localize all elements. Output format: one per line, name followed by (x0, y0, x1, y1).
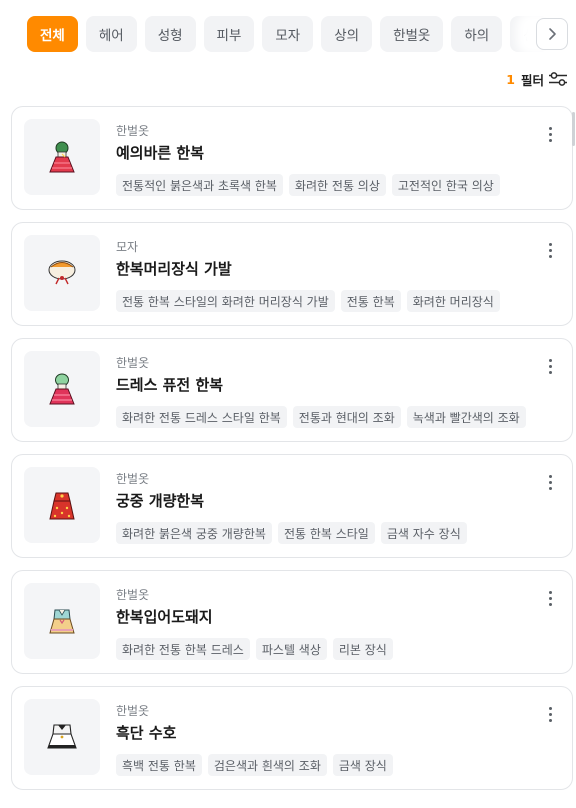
item-tag[interactable]: 전통 한복 스타일의 화려한 머리장식 가발 (116, 290, 335, 312)
item-thumbnail (24, 351, 100, 427)
tab-hair[interactable]: 헤어 (85, 16, 137, 52)
tab-all[interactable]: 전체 (27, 16, 78, 52)
item-thumbnail (24, 699, 100, 775)
item-tag[interactable]: 화려한 전통 의상 (288, 174, 386, 196)
item-title: 예의바른 한복 (116, 144, 205, 162)
item-tags: 화려한 붉은색 궁중 개량한복 전통 한복 스타일 금색 자수 장식 (116, 522, 467, 544)
more-options-icon[interactable] (542, 471, 558, 493)
item-tag[interactable]: 화려한 전통 한복 드레스 (116, 638, 250, 660)
item-tags: 흑백 전통 한복 검은색과 흰색의 조화 금색 장식 (116, 754, 393, 776)
item-tags: 전통 한복 스타일의 화려한 머리장식 가발 전통 한복 화려한 머리장식 (116, 290, 500, 312)
item-category: 한벌옷 (116, 588, 150, 602)
item-tags: 화려한 전통 한복 드레스 파스텔 색상 리본 장식 (116, 638, 393, 660)
item-thumbnail (24, 119, 100, 195)
item-tag[interactable]: 고전적인 한국 의상 (391, 174, 500, 196)
hanbok-headdress-icon (48, 260, 76, 285)
tab-bottom[interactable]: 하의 (451, 16, 503, 52)
more-options-icon[interactable] (542, 123, 558, 145)
more-options-icon[interactable] (542, 587, 558, 609)
filter-label: 필터 (520, 72, 544, 88)
tab-overall[interactable]: 한벌옷 (380, 16, 444, 52)
more-options-icon[interactable] (542, 239, 558, 261)
item-category: 한벌옷 (116, 124, 150, 138)
item-tags: 전통적인 붉은색과 초록색 한복 화려한 전통 의상 고전적인 한국 의상 (116, 174, 500, 196)
list-item[interactable]: 모자 한복머리장식 가발 전통 한복 스타일의 화려한 머리장식 가발 전통 한… (11, 222, 573, 326)
list-item[interactable]: 한벌옷 흑단 수호 흑백 전통 한복 검은색과 흰색의 조화 금색 장식 (11, 686, 573, 790)
item-thumbnail (24, 235, 100, 311)
item-tags: 화려한 전통 드레스 스타일 한복 전통과 현대의 조화 녹색과 빨간색의 조화 (116, 406, 526, 428)
item-tag[interactable]: 녹색과 빨간색의 조화 (406, 406, 526, 428)
chevron-right-icon (549, 28, 556, 40)
item-thumbnail (24, 467, 100, 543)
item-title: 한복입어도돼지 (116, 608, 213, 626)
item-tag[interactable]: 전통과 현대의 조화 (292, 406, 401, 428)
list-item[interactable]: 한벌옷 한복입어도돼지 화려한 전통 한복 드레스 파스텔 색상 리본 장식 (11, 570, 573, 674)
item-tag[interactable]: 화려한 붉은색 궁중 개량한복 (116, 522, 272, 544)
item-title: 흑단 수호 (116, 724, 177, 742)
item-tag[interactable]: 흑백 전통 한복 (116, 754, 202, 776)
more-options-icon[interactable] (542, 355, 558, 377)
tab-skin[interactable]: 피부 (203, 16, 255, 52)
list-item[interactable]: 한벌옷 궁중 개량한복 화려한 붉은색 궁중 개량한복 전통 한복 스타일 금색… (11, 454, 573, 558)
pastel-hanbok-icon (49, 609, 75, 634)
item-title: 한복머리장식 가발 (116, 260, 232, 278)
item-tag[interactable]: 전통 한복 (340, 290, 401, 312)
more-options-icon[interactable] (542, 703, 558, 725)
list-item[interactable]: 한벌옷 드레스 퓨전 한복 화려한 전통 드레스 스타일 한복 전통과 현대의 … (11, 338, 573, 442)
item-tag[interactable]: 화려한 머리장식 (406, 290, 500, 312)
item-title: 드레스 퓨전 한복 (116, 376, 224, 394)
red-green-hanbok-icon (49, 141, 75, 173)
item-thumbnail (24, 583, 100, 659)
item-tag[interactable]: 전통적인 붉은색과 초록색 한복 (116, 174, 283, 196)
scrollbar[interactable] (572, 112, 575, 146)
tab-face[interactable]: 성형 (144, 16, 196, 52)
item-title: 궁중 개량한복 (116, 492, 205, 510)
fusion-hanbok-icon (49, 373, 75, 405)
category-tabs: 전체 헤어 성형 피부 모자 상의 한벌옷 하의 신 (27, 16, 576, 52)
black-white-hanbok-icon (47, 724, 77, 749)
royal-hanbok-icon (49, 492, 75, 520)
item-tag[interactable]: 검은색과 흰색의 조화 (207, 754, 327, 776)
item-category: 모자 (116, 240, 139, 254)
item-category: 한벌옷 (116, 472, 150, 486)
item-category: 한벌옷 (116, 356, 150, 370)
item-tag[interactable]: 전통 한복 스타일 (277, 522, 375, 544)
tabs-next-button[interactable] (536, 18, 568, 50)
filter-count: 1 (506, 71, 515, 87)
filter-button[interactable]: 1 필터 (506, 69, 568, 89)
item-tag[interactable]: 금색 장식 (332, 754, 393, 776)
item-tag[interactable]: 파스텔 색상 (255, 638, 327, 660)
tab-hat[interactable]: 모자 (262, 16, 314, 52)
item-tag[interactable]: 금색 자수 장식 (380, 522, 467, 544)
sliders-icon (549, 72, 567, 86)
item-list: 한벌옷 예의바른 한복 전통적인 붉은색과 초록색 한복 화려한 전통 의상 고… (11, 106, 573, 802)
tab-top[interactable]: 상의 (321, 16, 373, 52)
list-item[interactable]: 한벌옷 예의바른 한복 전통적인 붉은색과 초록색 한복 화려한 전통 의상 고… (11, 106, 573, 210)
item-tag[interactable]: 화려한 전통 드레스 스타일 한복 (116, 406, 287, 428)
item-tag[interactable]: 리본 장식 (332, 638, 393, 660)
item-category: 한벌옷 (116, 704, 150, 718)
